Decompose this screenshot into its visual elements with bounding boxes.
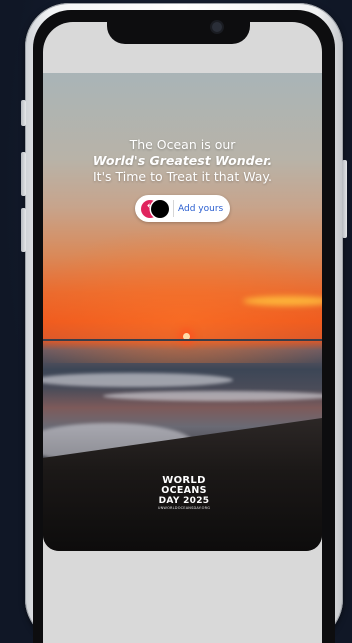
headline-line-2: World's Greatest Wonder. bbox=[92, 153, 273, 168]
power-button bbox=[342, 160, 347, 238]
phone-notch bbox=[107, 14, 250, 44]
volume-down-button bbox=[21, 152, 26, 196]
wave-foam bbox=[43, 373, 233, 387]
front-camera bbox=[212, 22, 222, 32]
world-oceans-day-logo: WORLD OCEANS DAY 2025 UNWORLDOCEANSDAY.O… bbox=[156, 476, 212, 511]
avatar bbox=[151, 199, 169, 218]
sunset-glow bbox=[43, 223, 322, 363]
silent-switch bbox=[21, 208, 26, 252]
sticker-divider bbox=[173, 200, 174, 217]
instagram-story[interactable]: The Ocean is our World's Greatest Wonder… bbox=[43, 73, 322, 551]
logo-word-oceans: OCEANS bbox=[161, 485, 207, 496]
horizon-line bbox=[43, 339, 322, 341]
logo-word-day: DAY 2025 bbox=[158, 496, 210, 506]
screen-bottom-area bbox=[43, 551, 322, 643]
story-headline: The Ocean is our World's Greatest Wonder… bbox=[43, 137, 322, 185]
participant-avatars: ↰ bbox=[141, 199, 171, 218]
wave-foam bbox=[103, 391, 322, 401]
headline-line-1: The Ocean is our bbox=[129, 137, 236, 152]
presentation-stage: The Ocean is our World's Greatest Wonder… bbox=[0, 0, 352, 643]
volume-up-button bbox=[21, 100, 26, 126]
headline-line-3: It's Time to Treat it that Way. bbox=[93, 169, 272, 184]
logo-url: UNWORLDOCEANSDAY.ORG bbox=[157, 506, 211, 510]
add-yours-sticker[interactable]: ↰ Add yours bbox=[135, 195, 230, 222]
add-yours-label[interactable]: Add yours bbox=[178, 204, 223, 214]
